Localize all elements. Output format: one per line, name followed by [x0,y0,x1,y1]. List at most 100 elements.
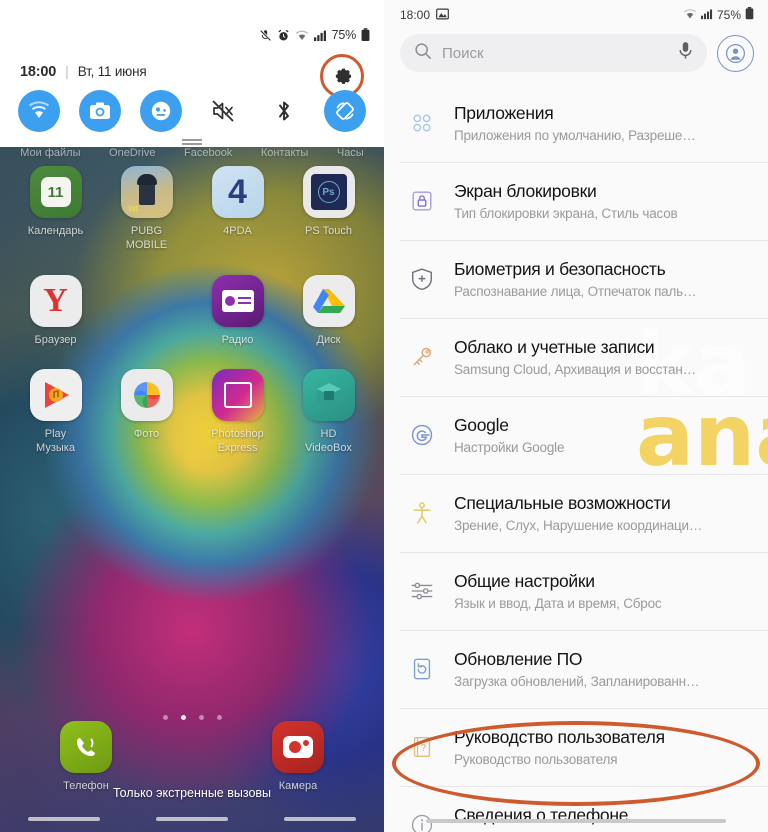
google-g-icon [400,418,444,452]
setting-item-accessibility[interactable]: Специальные возможности Зрение, Слух, На… [384,474,768,552]
quick-panel-date: Вт, 11 июня [77,64,147,79]
app-photoshop-express[interactable]: Photoshop Express [198,369,278,456]
apps-grid-icon [400,106,444,140]
handset-icon [77,738,95,757]
app-label: Диск [316,333,341,346]
settings-list: Приложения Приложения по умолчанию, Разр… [384,84,768,832]
camera-icon [272,721,324,774]
setting-item-user-manual[interactable]: ? Руководство пользователя Руководство п… [384,708,768,786]
google-photos-icon [120,369,173,422]
setting-item-text: Обновление ПО Загрузка обновлений, Запла… [444,649,754,690]
setting-item-text: Руководство пользователя Руководство пол… [444,727,754,768]
setting-item-text: Биометрия и безопасность Распознавание л… [444,259,754,300]
app-label: PS Touch [305,225,352,237]
battery-percent-label: 75% [716,8,741,22]
search-icon [414,42,432,65]
setting-subtitle: Приложения по умолчанию, Разреше… [454,128,696,144]
app-radio[interactable]: Радио [198,274,278,348]
quick-panel-drag-handle[interactable] [182,139,202,141]
key-icon [400,340,444,374]
setting-subtitle: Распознавание лица, Отпечаток паль… [454,284,697,300]
app-pubg-mobile[interactable]: ist PUBG MOBILE [107,166,187,253]
lock-screen-icon [400,184,444,218]
nav-home-indicator[interactable] [426,819,726,823]
quick-settings-toggles [10,90,374,132]
quick-toggle-bluetooth[interactable] [263,90,305,132]
calendar-day-badge: 11 [40,177,71,207]
setting-item-text: Общие настройки Язык и ввод, Дата и врем… [444,571,754,612]
clipped-app-label: Facebook [184,147,233,159]
app-google-drive[interactable]: Диск [289,274,369,348]
app-hd-videobox[interactable]: HD VideoBox [289,369,369,456]
nav-home-button[interactable] [156,817,228,821]
setting-item-general[interactable]: Общие настройки Язык и ввод, Дата и врем… [384,552,768,630]
face-icon [152,101,171,121]
page-dot[interactable] [162,715,168,720]
wifi-icon [28,101,50,118]
wifi-icon [295,29,309,42]
search-input[interactable]: Поиск [400,34,707,72]
dock-app-phone[interactable]: Телефон [46,721,126,794]
setting-item-google[interactable]: Google Настройки Google [384,396,768,474]
play-music-icon [29,369,82,422]
app-calendar[interactable]: 11 Календарь [16,166,96,239]
app-empty-slot [107,275,187,334]
setting-title: Облако и учетные записи [454,336,655,357]
search-placeholder: Поиск [442,44,484,62]
page-dot-active[interactable] [180,715,186,720]
photoshop-touch-icon: Ps [302,166,355,218]
setting-item-text: Google Настройки Google [444,415,754,456]
yandex-browser-icon: Y [29,274,82,327]
quick-toggle-camera[interactable] [79,90,122,132]
setting-item-apps[interactable]: Приложения Приложения по умолчанию, Разр… [384,84,768,162]
app-row: 11 Календарь ist PUBG MOBILE 4 4PDA Ps P… [0,166,384,253]
app-label: Фото [133,428,160,441]
app-label: 4PDA [223,225,252,237]
status-bar: 75% [259,28,370,42]
app-label: Календарь [27,225,84,237]
setting-title: Google [454,414,509,435]
setting-subtitle: Загрузка обновлений, Запланированн… [454,674,700,690]
bluetooth-icon [278,101,289,121]
home-dock: Телефон Камера [0,721,384,794]
shield-plus-icon [400,262,444,296]
quick-toggle-mute[interactable] [202,90,244,132]
app-play-music[interactable]: Play Музыка [16,369,96,456]
clipped-app-label: Контакты [260,147,309,159]
app-row: Y Браузер Радио Диск [0,274,384,348]
setting-item-cloud-accounts[interactable]: Облако и учетные записи Samsung Cloud, А… [384,318,768,396]
wifi-icon [683,8,697,23]
navigation-bar [384,810,768,832]
nav-back-button[interactable] [284,817,356,821]
quick-toggle-face[interactable] [140,90,183,132]
app-4pda[interactable]: 4 4PDA [198,166,278,239]
app-yandex-browser[interactable]: Y Браузер [16,274,96,348]
quick-toggle-wifi[interactable] [18,90,60,132]
setting-subtitle: Зрение, Слух, Нарушение координаци… [454,518,703,534]
nav-recents-button[interactable] [28,817,100,821]
account-avatar-icon[interactable] [717,34,754,72]
home-page-dots[interactable] [0,715,384,720]
pinwheel-icon [133,382,160,409]
screenshot-root: Мои файлы OneDrive Facebook Контакты Час… [0,0,768,832]
phone-icon [60,721,112,774]
radio-icon [211,274,264,327]
setting-item-software-update[interactable]: Обновление ПО Загрузка обновлений, Запла… [384,630,768,708]
right-settings-screen: ka ana 18:00 75% [384,0,768,832]
quick-panel-time: 18:00 [20,64,57,80]
speaker-muted-icon [211,100,234,122]
microphone-icon[interactable] [678,41,693,65]
setting-item-biometrics-security[interactable]: Биометрия и безопасность Распознавание л… [384,240,768,318]
app-label: Photoshop Express [211,428,264,454]
page-dot[interactable] [216,715,222,720]
setting-subtitle: Руководство пользователя [454,752,618,768]
setting-item-lock-screen[interactable]: Экран блокировки Тип блокировки экрана, … [384,162,768,240]
quick-toggle-auto-rotate[interactable] [323,90,366,132]
app-google-photos[interactable]: Фото [107,369,187,442]
app-label: Радио [221,333,254,346]
page-dot[interactable] [198,715,204,720]
left-phone-screen: Мои файлы OneDrive Facebook Контакты Час… [0,0,384,832]
dock-app-camera[interactable]: Камера [258,721,338,794]
search-row: Поиск [384,30,768,84]
app-ps-touch[interactable]: Ps PS Touch [289,166,369,239]
